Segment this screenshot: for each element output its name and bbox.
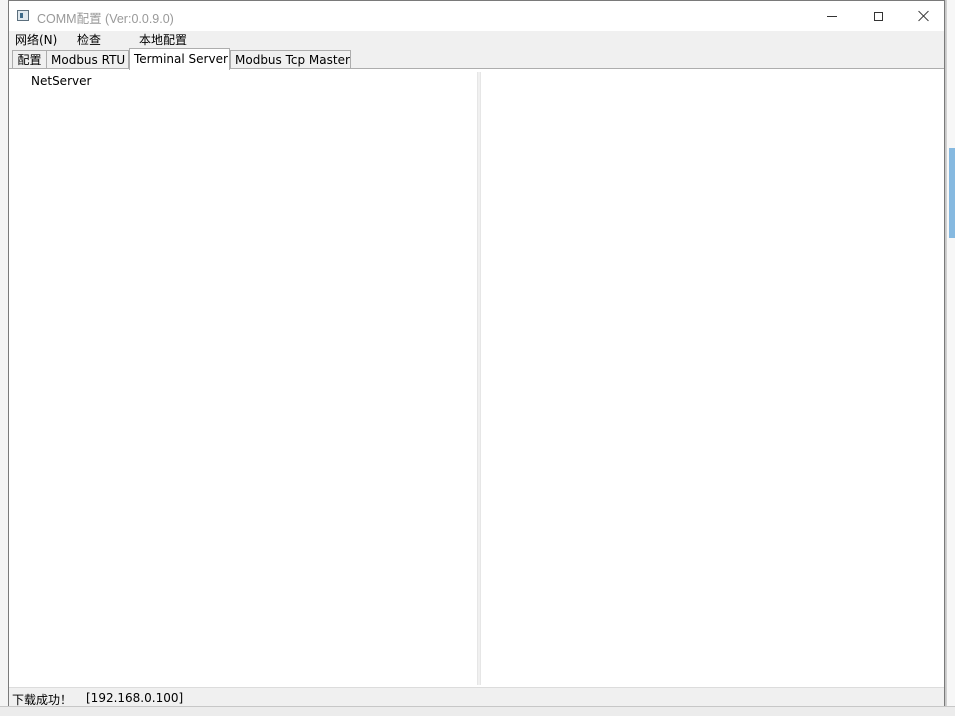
close-button[interactable] (901, 1, 947, 31)
minimize-icon (827, 15, 837, 17)
background-window-right (946, 0, 955, 716)
tab-modbus-tcp-master[interactable]: Modbus Tcp Master (230, 50, 351, 69)
title-bar[interactable]: COMM配置 (Ver:0.0.9.0) (9, 1, 944, 31)
window-title: COMM配置 (Ver:0.0.9.0) (37, 12, 174, 26)
tab-content-panel: NetServer (9, 68, 944, 688)
menu-bar: 网络(N) 检查 本地配置 (9, 31, 944, 48)
tab-modbus-rtu[interactable]: Modbus RTU (46, 50, 129, 69)
status-ip: [192.168.0.100] (86, 691, 184, 705)
main-window: COMM配置 (Ver:0.0.9.0) 网络(N) 检查 本地配置 配置 Mo… (8, 0, 945, 707)
minimize-button[interactable] (809, 1, 855, 31)
status-bar: 下载成功！ [192.168.0.100] (9, 687, 944, 707)
menu-local-config[interactable]: 本地配置 (139, 32, 187, 48)
maximize-icon (873, 11, 883, 21)
tab-strip: 配置 Modbus RTU Terminal Server Modbus Tcp… (9, 48, 944, 70)
maximize-button[interactable] (855, 1, 901, 31)
close-icon (918, 10, 930, 22)
menu-network[interactable]: 网络(N) (15, 32, 57, 48)
app-icon (17, 10, 29, 21)
tree-item-netserver[interactable]: NetServer (31, 74, 91, 88)
tab-config[interactable]: 配置 (12, 50, 47, 69)
background-taskbar-edge (0, 706, 955, 716)
menu-check[interactable]: 检查 (77, 32, 101, 48)
panel-splitter[interactable] (477, 72, 481, 685)
tab-terminal-server[interactable]: Terminal Server (129, 48, 230, 70)
background-selection-bar (949, 148, 955, 238)
status-message: 下载成功！ (12, 693, 73, 707)
